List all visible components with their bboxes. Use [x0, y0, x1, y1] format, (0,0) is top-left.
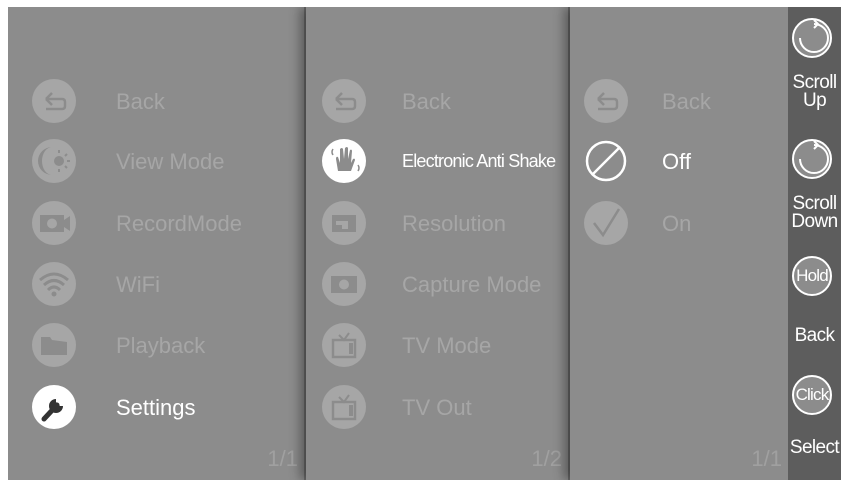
settings-menu-label-tv-out: TV Out	[402, 395, 472, 420]
option-menu-label-off: Off	[662, 149, 691, 174]
record-camera-icon	[32, 201, 76, 245]
option-menu-page-indicator: 1/1	[751, 446, 782, 471]
wrench-icon	[32, 385, 76, 429]
main-menu-item-back[interactable]: Back	[8, 71, 304, 131]
main-menu-item-record-mode[interactable]: RecordMode	[8, 193, 304, 253]
settings-menu-page-indicator: 1/2	[531, 446, 562, 471]
main-menu-item-wifi[interactable]: WiFi	[8, 254, 304, 314]
hold-button[interactable]: Hold	[792, 256, 832, 296]
scroll-down-label: Scroll Down	[791, 193, 838, 232]
tv-icon	[322, 323, 366, 367]
resolution-icon	[322, 201, 366, 245]
main-menu-panel: Back View Mode RecordMode WiFi Playback	[8, 7, 304, 480]
settings-menu-label-back: Back	[402, 89, 451, 114]
capture-camera-icon	[322, 262, 366, 306]
settings-menu-item-tv-mode[interactable]: TV Mode	[306, 315, 568, 375]
settings-menu-item-capture-mode[interactable]: Capture Mode	[306, 254, 568, 314]
scroll-down-rotate-icon[interactable]	[792, 139, 832, 179]
control-hints-sidebar: Scroll Up Scroll Down Hold Back Click Sele…	[788, 7, 841, 480]
tv-icon	[322, 385, 366, 429]
view-mode-icon	[32, 139, 76, 183]
main-menu-label-settings: Settings	[116, 395, 196, 420]
off-circle-icon	[584, 139, 628, 183]
main-menu-label-view-mode: View Mode	[116, 149, 225, 174]
main-menu-label-wifi: WiFi	[116, 272, 160, 297]
settings-menu-label-capture-mode: Capture Mode	[402, 272, 542, 297]
settings-menu-item-anti-shake[interactable]: Electronic Anti Shake	[306, 131, 568, 191]
main-menu-item-settings[interactable]: Settings	[8, 377, 304, 437]
option-menu-panel: Back Off On 1/1	[570, 7, 788, 480]
main-menu-item-playback[interactable]: Playback	[8, 315, 304, 375]
back-arrow-icon	[584, 79, 628, 123]
back-arrow-icon	[322, 79, 366, 123]
wifi-icon	[32, 262, 76, 306]
main-menu-label-back: Back	[116, 89, 165, 114]
camera-menu-screen: Back View Mode RecordMode WiFi Playback	[8, 7, 841, 480]
main-menu-page-indicator: 1/1	[267, 446, 298, 471]
option-menu-label-on: On	[662, 211, 692, 236]
option-menu-item-back[interactable]: Back	[570, 71, 788, 131]
settings-menu-item-resolution[interactable]: Resolution	[306, 193, 568, 253]
option-menu-label-back: Back	[662, 89, 711, 114]
settings-menu-label-tv-mode: TV Mode	[402, 333, 492, 358]
click-button[interactable]: Click	[792, 375, 832, 415]
settings-menu-item-back[interactable]: Back	[306, 71, 568, 131]
scroll-up-label: Scroll Up	[792, 72, 838, 111]
scroll-up-rotate-icon[interactable]	[792, 18, 832, 58]
settings-menu-item-tv-out[interactable]: TV Out	[306, 377, 568, 437]
shaking-hand-icon	[322, 139, 366, 183]
settings-menu-panel: Back Electronic Anti Shake Resolution Ca…	[306, 7, 568, 480]
option-menu-item-on[interactable]: On	[570, 193, 788, 253]
hold-back-label: Back	[794, 325, 835, 346]
main-menu-item-view-mode[interactable]: View Mode	[8, 131, 304, 191]
main-menu-label-record-mode: RecordMode	[116, 211, 242, 236]
click-select-label: Select	[789, 437, 840, 458]
settings-menu-label-anti-shake: Electronic Anti Shake	[402, 151, 556, 171]
checkmark-icon	[584, 201, 628, 245]
main-menu-label-playback: Playback	[116, 333, 206, 358]
folder-icon	[32, 323, 76, 367]
option-menu-item-off[interactable]: Off	[570, 131, 788, 191]
back-arrow-icon	[32, 79, 76, 123]
settings-menu-label-resolution: Resolution	[402, 211, 506, 236]
